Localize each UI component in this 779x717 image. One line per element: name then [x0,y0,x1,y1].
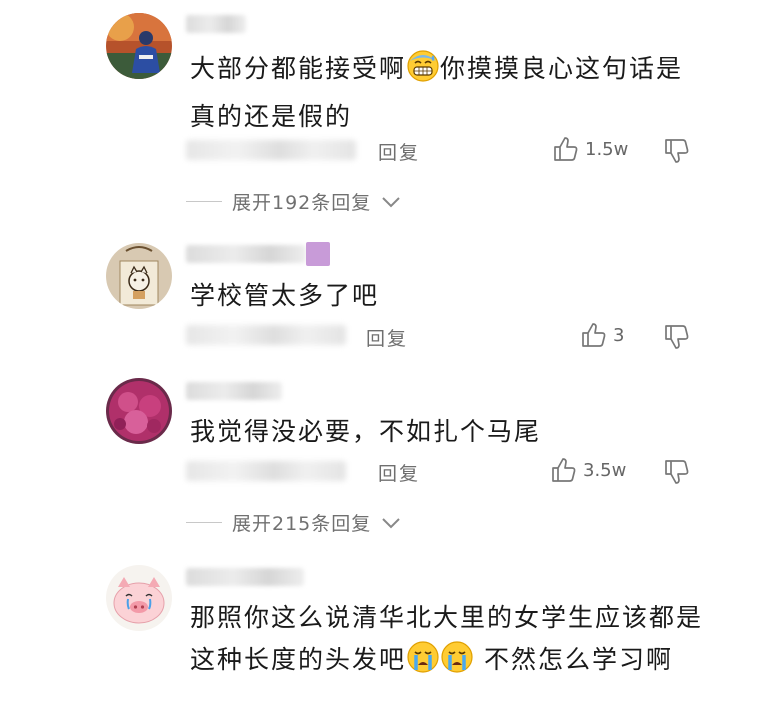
reply-button[interactable]: 回复 [378,138,420,165]
like-count: 3.5w [583,459,627,481]
divider-line [186,201,222,202]
comment-item-3: 我觉得没必要，不如扎个马尾 回复 3.5w 展开215条回复 [0,365,779,550]
user-avatar[interactable] [106,378,172,444]
reply-button[interactable]: 回复 [378,459,420,486]
thumbs-up-icon [554,137,578,161]
thumbs-up-icon [552,458,576,482]
crying-emoji-icon [406,640,440,687]
comment-text-part: 学校管太多了吧 [190,281,380,310]
username-blurred[interactable] [186,15,246,33]
comment-item-1: 大部分都能接受啊 你摸摸良心这句话是真的还是假的 回复 1.5w 展开192条回复 [0,0,779,230]
chevron-down-icon [382,517,400,528]
sweat-smile-emoji-icon [406,49,440,96]
comment-meta-blurred [186,325,346,345]
dislike-button[interactable] [664,459,690,489]
comment-text: 学校管太多了吧 [190,275,710,317]
avatar-tote-bag-icon [106,243,172,309]
username-blurred[interactable] [186,382,282,400]
comment-text: 大部分都能接受啊 你摸摸良心这句话是真的还是假的 [190,48,710,138]
expand-replies-button[interactable]: 展开192条回复 [186,188,401,215]
user-avatar[interactable] [106,565,172,631]
comment-meta-blurred [186,140,356,160]
expand-replies-label: 展开215条回复 [232,513,372,535]
avatar-photo-icon [106,13,172,79]
like-count: 3 [613,324,625,346]
comment-text: 我觉得没必要，不如扎个马尾 [190,411,710,453]
like-count: 1.5w [585,138,629,160]
comment-text-part: 我觉得没必要，不如扎个马尾 [190,417,542,446]
dislike-button[interactable] [664,138,690,168]
like-button[interactable]: 1.5w [553,136,628,162]
thumbs-down-icon [665,325,689,349]
user-avatar[interactable] [106,13,172,79]
expand-replies-button[interactable]: 展开215条回复 [186,509,401,536]
comment-text: 那照你这么说清华北大里的女学生应该都是这种长度的头发吧 不然怎么学习啊 [190,597,710,687]
comment-item-4: 那照你这么说清华北大里的女学生应该都是这种长度的头发吧 不然怎么学习啊 [0,550,779,717]
chevron-down-icon [382,196,400,207]
comment-item-2: 学校管太多了吧 回复 3 [0,230,779,365]
expand-replies-label: 展开192条回复 [232,192,372,214]
avatar-flower-icon [106,378,172,444]
comment-text-part: 大部分都能接受啊 [190,54,407,83]
comment-meta-blurred [186,461,346,481]
divider-line [186,522,222,523]
like-button[interactable]: 3.5w [551,457,626,483]
avatar-pig-icon [106,565,172,631]
comment-text-part: 不然怎么学习啊 [474,645,673,674]
user-avatar[interactable] [106,243,172,309]
like-button[interactable]: 3 [581,322,624,348]
thumbs-down-icon [665,460,689,484]
reply-button[interactable]: 回复 [366,324,408,351]
crying-emoji-icon [440,640,474,687]
user-badge [306,242,330,266]
username-blurred[interactable] [186,245,306,263]
dislike-button[interactable] [664,324,690,354]
username-blurred[interactable] [186,568,304,586]
thumbs-up-icon [582,323,606,347]
thumbs-down-icon [665,139,689,163]
